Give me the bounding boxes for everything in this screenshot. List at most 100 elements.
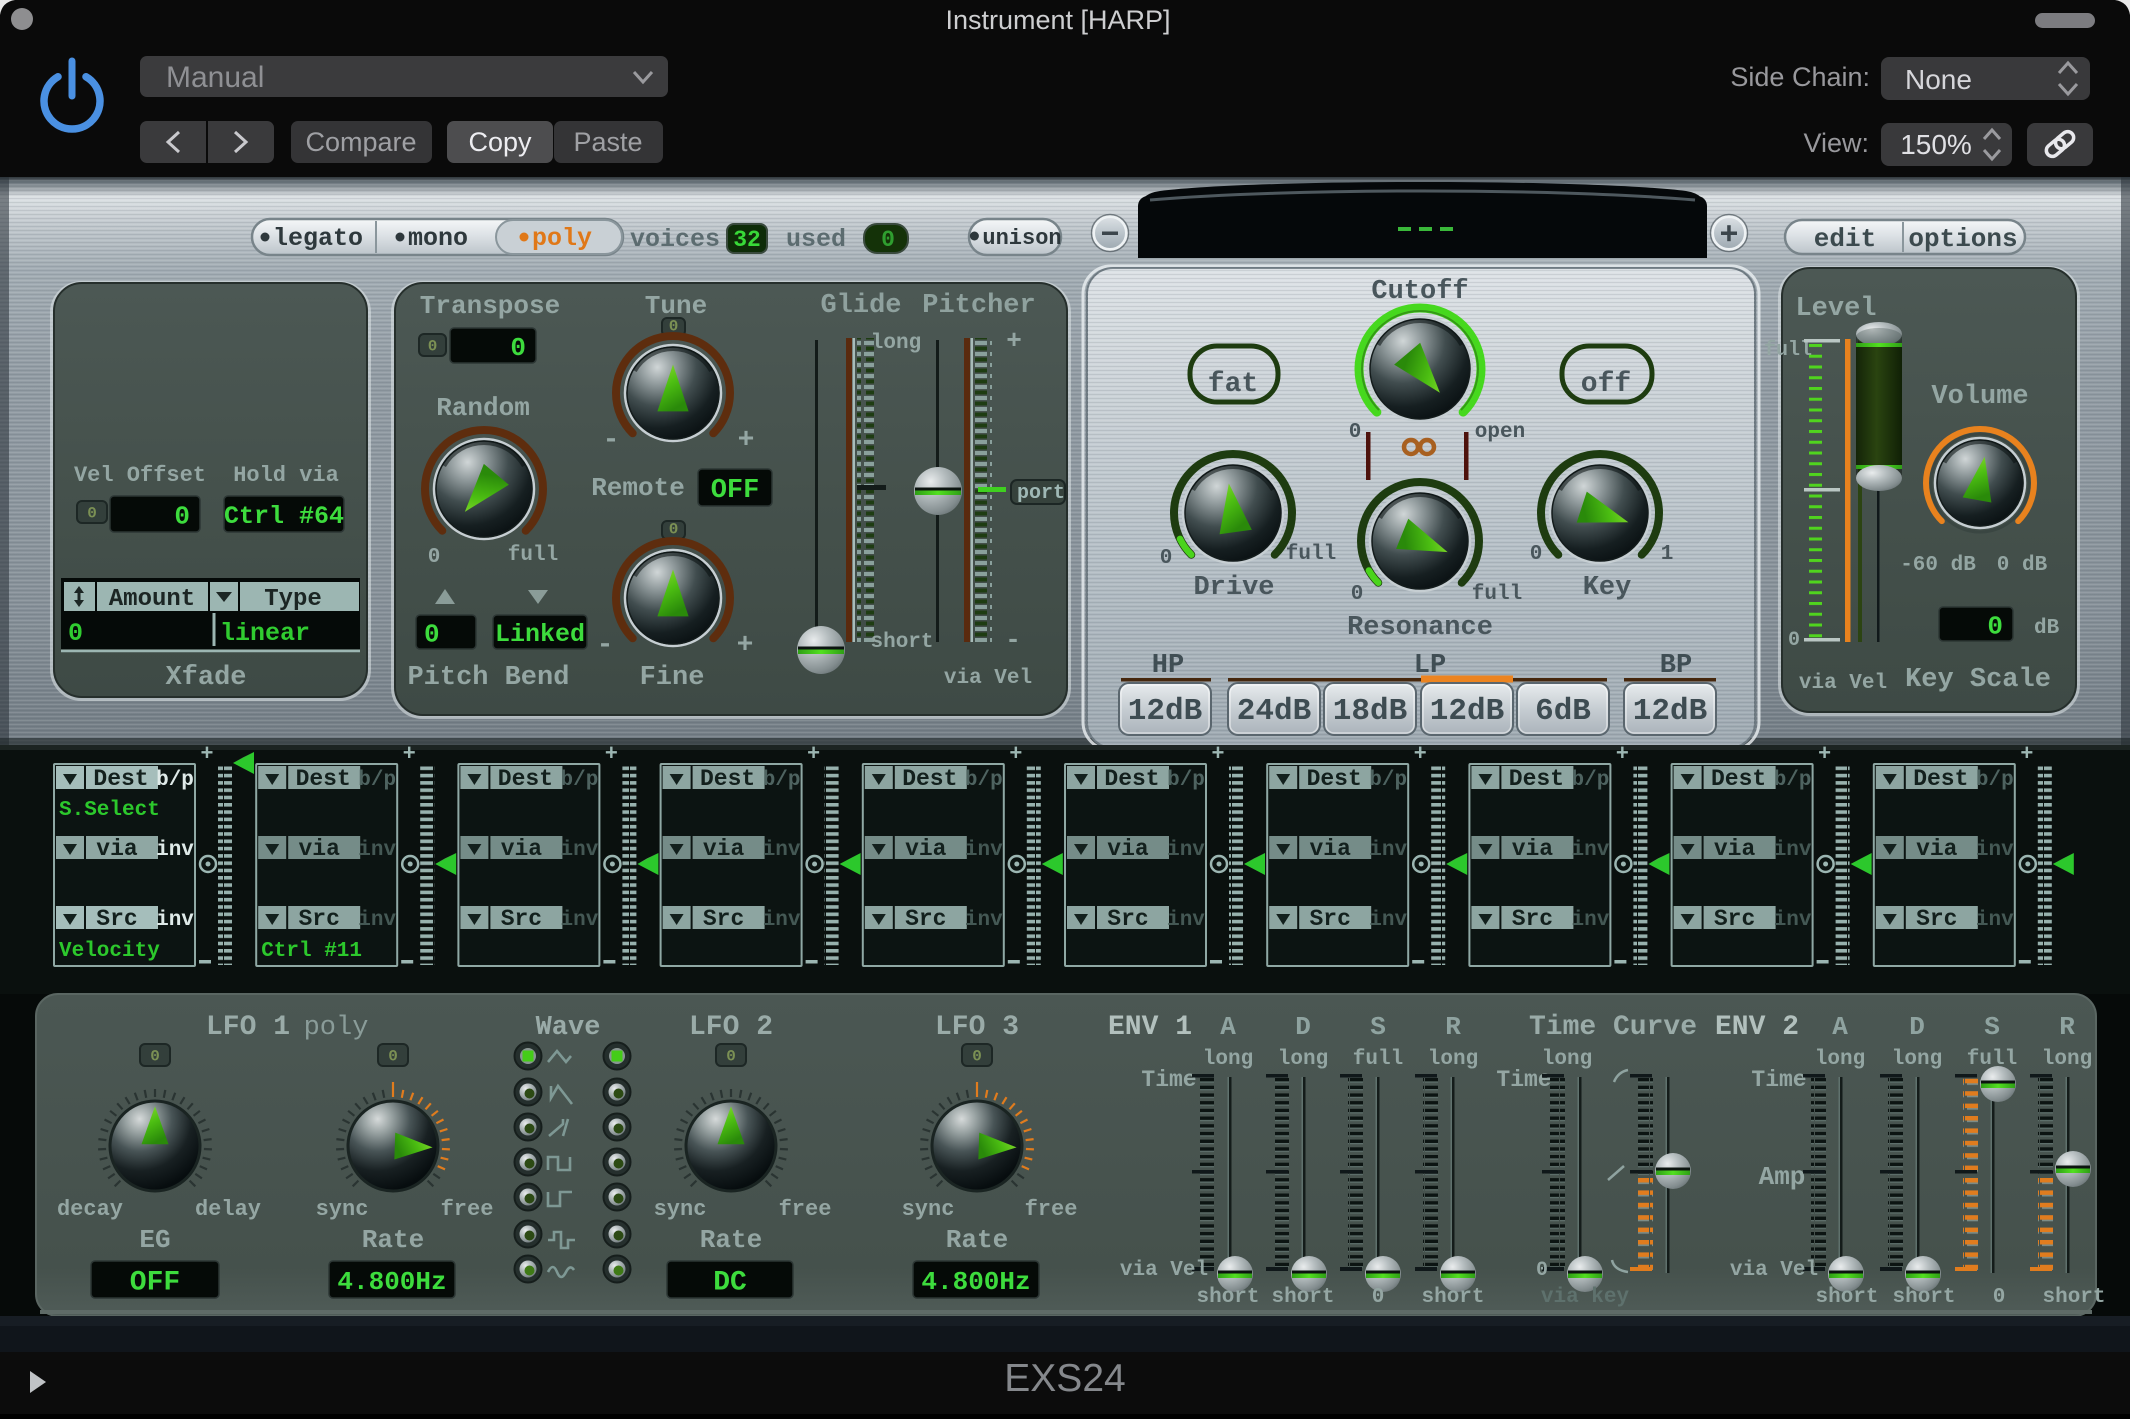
svg-text:Key Scale: Key Scale (1905, 665, 2051, 695)
svg-text:inv: inv (1976, 839, 2014, 862)
svg-text:b/p: b/p (965, 769, 1003, 792)
svg-text:linear: linear (220, 619, 310, 648)
svg-text:Hold via: Hold via (233, 463, 339, 488)
svg-text:inv: inv (1571, 909, 1609, 932)
svg-text:inv: inv (1369, 839, 1407, 862)
svg-text:HP: HP (1152, 651, 1184, 681)
svg-text:b/p: b/p (1774, 769, 1812, 792)
svg-text:Amp: Amp (1759, 1162, 1806, 1192)
svg-text:Amount: Amount (109, 586, 195, 613)
svg-text:Glide: Glide (820, 291, 901, 321)
svg-text:Rate: Rate (362, 1225, 424, 1255)
svg-text:free: free (1025, 1197, 1078, 1222)
svg-text:Dest: Dest (1104, 766, 1159, 792)
svg-text:DC: DC (713, 1268, 747, 1299)
svg-text:0: 0 (726, 1048, 736, 1066)
svg-text:long: long (2042, 1048, 2092, 1071)
svg-text:12dB: 12dB (1430, 694, 1504, 729)
svg-text:Vel Offset: Vel Offset (74, 463, 206, 488)
svg-text:via: via (1512, 836, 1554, 862)
svg-text:short: short (870, 631, 933, 654)
svg-text:Dest: Dest (1913, 766, 1968, 792)
svg-text:S.Select: S.Select (59, 799, 160, 822)
svg-text:Pitcher: Pitcher (922, 291, 1035, 321)
svg-text:via: via (1714, 836, 1756, 862)
svg-text:Ctrl #64: Ctrl #64 (224, 502, 344, 531)
svg-text:Src: Src (501, 906, 542, 932)
svg-text:0 dB: 0 dB (1997, 554, 2048, 577)
svg-text:BP: BP (1660, 651, 1692, 681)
svg-text:short: short (1421, 1286, 1484, 1309)
svg-text:Key: Key (1583, 573, 1632, 603)
svg-text:0: 0 (388, 1048, 398, 1066)
svg-text:A: A (1220, 1012, 1236, 1042)
svg-text:0: 0 (972, 1048, 982, 1066)
svg-text:LFO 1: LFO 1 (206, 1012, 290, 1043)
svg-text:0: 0 (150, 1048, 160, 1066)
svg-text:0: 0 (881, 227, 895, 253)
svg-text:via: via (703, 836, 745, 862)
svg-text:EG: EG (139, 1225, 170, 1255)
svg-text:Tune: Tune (645, 291, 707, 321)
svg-text:via: via (1916, 836, 1958, 862)
svg-text:short: short (1196, 1286, 1259, 1309)
svg-text:+: + (737, 630, 754, 661)
svg-text:b/p: b/p (1167, 769, 1205, 792)
svg-text:D: D (1295, 1012, 1311, 1042)
svg-text:long: long (1203, 1048, 1253, 1071)
svg-text:Fine: Fine (640, 663, 705, 693)
svg-text:b/p: b/p (763, 769, 801, 792)
svg-text:fat: fat (1208, 369, 1258, 400)
svg-text:via Vel: via Vel (1799, 672, 1887, 695)
svg-text:ENV 1: ENV 1 (1108, 1012, 1192, 1043)
svg-text:EXS24: EXS24 (1004, 1357, 1125, 1400)
svg-text:Drive: Drive (1193, 573, 1274, 603)
svg-text:18dB: 18dB (1333, 694, 1407, 729)
svg-text:Src: Src (298, 906, 339, 932)
svg-text:decay: decay (57, 1197, 123, 1222)
svg-text:0: 0 (424, 619, 440, 649)
svg-text:12dB: 12dB (1633, 694, 1707, 729)
svg-text:Dest: Dest (700, 766, 755, 792)
svg-text:+: + (807, 742, 820, 767)
svg-text:Pitch: Pitch (407, 663, 488, 693)
svg-text:6dB: 6dB (1535, 694, 1591, 729)
svg-text:Volume: Volume (1931, 382, 2028, 412)
svg-text:inv: inv (1571, 839, 1609, 862)
svg-text:long: long (1892, 1048, 1942, 1071)
svg-text:+: + (1616, 742, 1629, 767)
svg-text:+: + (1414, 742, 1427, 767)
svg-text:Src: Src (96, 906, 137, 932)
svg-text:12dB: 12dB (1128, 694, 1202, 729)
svg-text:0: 0 (510, 333, 526, 363)
svg-text:Level: Level (1795, 294, 1876, 324)
svg-text:legato: legato (273, 224, 363, 253)
svg-text:b/p: b/p (358, 769, 396, 792)
svg-text:inv: inv (1774, 909, 1812, 932)
svg-text:via: via (1107, 836, 1149, 862)
svg-text:OFF: OFF (711, 476, 760, 506)
svg-text:Time Curve: Time Curve (1529, 1012, 1697, 1043)
svg-text:0: 0 (1530, 543, 1543, 566)
svg-text:inv: inv (965, 839, 1003, 862)
svg-text:Time: Time (1496, 1067, 1551, 1093)
svg-text:-: - (1005, 625, 1021, 655)
svg-text:Dest: Dest (1711, 766, 1766, 792)
svg-text:sync: sync (654, 1197, 707, 1222)
svg-text:4.800Hz: 4.800Hz (337, 1267, 446, 1297)
svg-text:inv: inv (1369, 909, 1407, 932)
svg-text:Manual: Manual (166, 61, 264, 94)
svg-text:via: via (1309, 836, 1351, 862)
svg-text:inv: inv (965, 909, 1003, 932)
svg-text:+: + (738, 425, 755, 456)
svg-text:Ctrl #11: Ctrl #11 (261, 940, 362, 963)
svg-text:Instrument [HARP]: Instrument [HARP] (945, 5, 1170, 35)
svg-text:inv: inv (560, 839, 598, 862)
svg-text:Src: Src (905, 906, 946, 932)
svg-text:+: + (605, 742, 618, 767)
svg-text:Src: Src (1916, 906, 1957, 932)
svg-text:+: + (1006, 326, 1022, 356)
svg-text:delay: delay (195, 1197, 261, 1222)
svg-text:Transpose: Transpose (420, 291, 560, 321)
svg-text:-: - (597, 630, 614, 661)
